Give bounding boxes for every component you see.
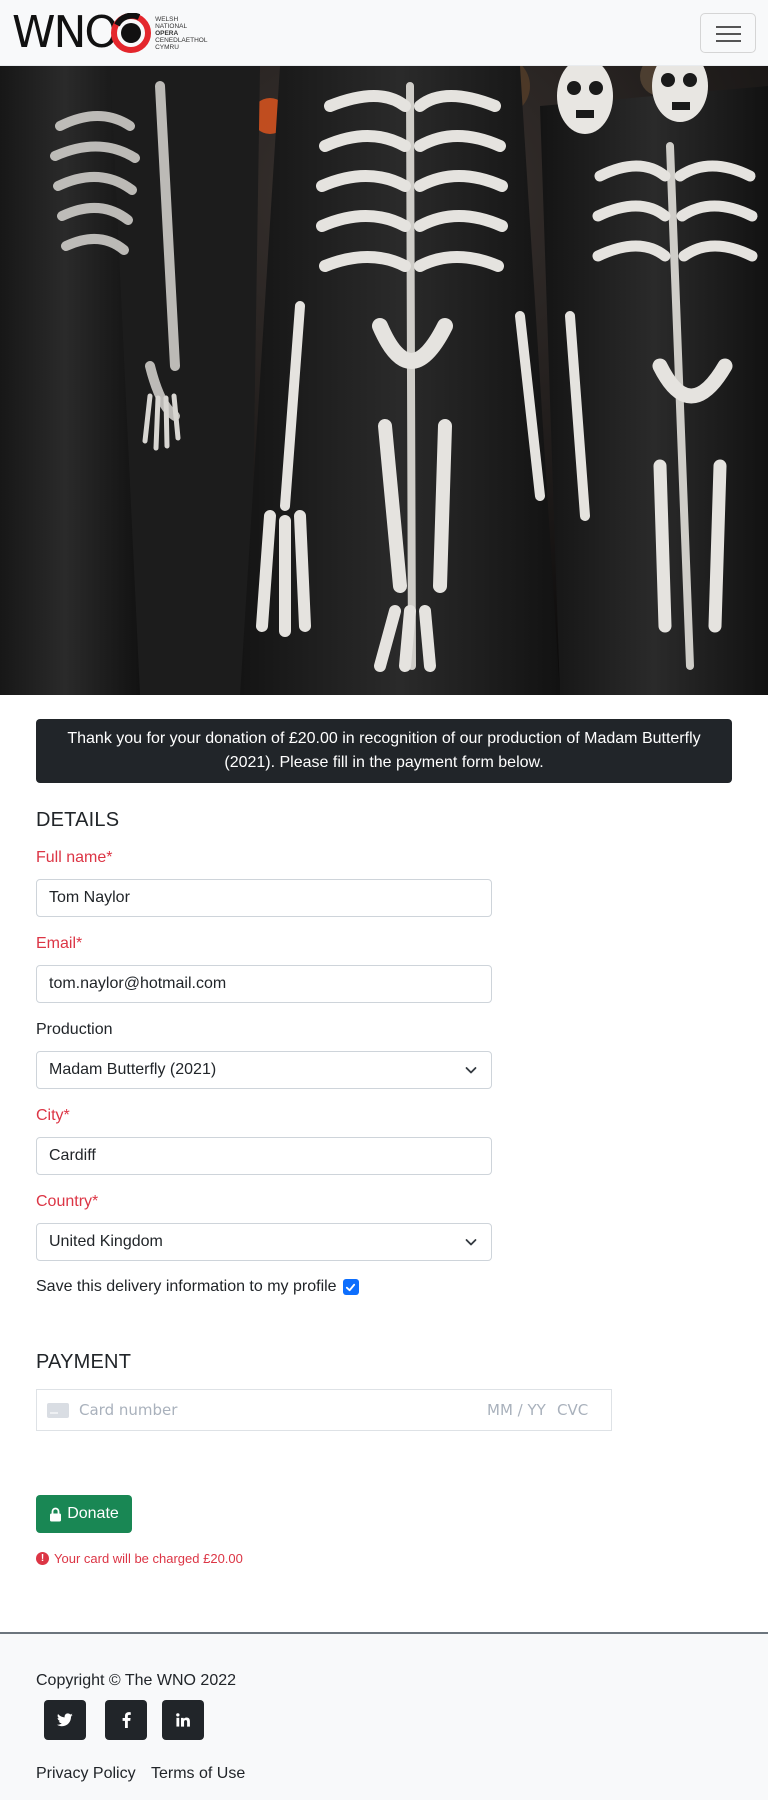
charge-notice: ! Your card will be charged £20.00: [36, 1551, 243, 1566]
country-select[interactable]: United Kingdom: [36, 1223, 492, 1261]
linkedin-icon: [176, 1713, 190, 1727]
twitter-icon: [57, 1713, 73, 1727]
payment-heading: PAYMENT: [36, 1351, 132, 1373]
menu-toggle-button[interactable]: [700, 13, 756, 53]
full-name-label: Full name*: [36, 849, 113, 866]
chevron-down-icon: [465, 1067, 477, 1074]
donation-alert: Thank you for your donation of £20.00 in…: [36, 719, 732, 783]
country-select-value: United Kingdom: [49, 1233, 163, 1250]
logo-ring-icon: [111, 13, 152, 53]
error-icon: !: [36, 1552, 49, 1565]
logo-sub-line: Welsh: [155, 15, 179, 23]
production-select-value: Madam Butterfly (2021): [49, 1061, 217, 1078]
email-input[interactable]: [36, 965, 492, 1003]
logo-sub-line: Cymru: [155, 43, 179, 51]
email-label: Email*: [36, 935, 83, 952]
save-profile-row: Save this delivery information to my pro…: [36, 1278, 359, 1296]
country-label: Country*: [36, 1193, 99, 1210]
lock-icon: [50, 1507, 62, 1521]
donate-button[interactable]: Donate: [36, 1495, 132, 1533]
check-icon: [345, 1283, 356, 1291]
logo-subtitle: Welsh National Opera Cenedlaethol Cymru: [155, 16, 207, 51]
save-profile-checkbox[interactable]: [342, 1279, 359, 1295]
wno-logo[interactable]: WNO Welsh National Opera Cenedlaethol Cy…: [12, 7, 207, 58]
city-input[interactable]: [36, 1137, 492, 1175]
full-name-input[interactable]: [36, 879, 492, 917]
save-profile-label: Save this delivery information to my pro…: [36, 1278, 337, 1295]
donate-button-label: Donate: [67, 1505, 119, 1522]
navbar: WNO Welsh National Opera Cenedlaethol Cy…: [0, 0, 768, 66]
facebook-icon: [122, 1712, 131, 1728]
facebook-button[interactable]: [105, 1700, 147, 1740]
linkedin-button[interactable]: [162, 1700, 204, 1740]
hamburger-icon: [716, 33, 741, 35]
hero-image: [0, 66, 768, 695]
charge-notice-text: Your card will be charged £20.00: [54, 1551, 243, 1566]
production-select[interactable]: Madam Butterfly (2021): [36, 1051, 492, 1089]
credit-card-icon: [47, 1403, 69, 1418]
card-expiry-placeholder[interactable]: MM / YY: [487, 1401, 546, 1419]
hamburger-icon: [716, 40, 741, 42]
card-number-placeholder[interactable]: Card number: [79, 1401, 177, 1419]
privacy-policy-link[interactable]: Privacy Policy: [36, 1765, 136, 1783]
details-heading: DETAILS: [36, 809, 120, 831]
logo-sub-line: Opera: [155, 29, 179, 37]
copyright-text: Copyright © The WNO 2022: [36, 1672, 237, 1689]
card-input[interactable]: Card number MM / YY CVC: [36, 1389, 612, 1431]
footer: Copyright © The WNO 2022 Privacy Policy …: [0, 1632, 768, 1800]
chevron-down-icon: [465, 1239, 477, 1246]
twitter-button[interactable]: [44, 1700, 86, 1740]
logo-text: WNO: [12, 7, 119, 58]
production-label: Production: [36, 1021, 113, 1038]
hamburger-icon: [716, 26, 741, 28]
city-label: City*: [36, 1107, 70, 1124]
logo-sub-line: National: [155, 22, 188, 30]
terms-of-use-link[interactable]: Terms of Use: [151, 1765, 245, 1783]
card-cvc-placeholder[interactable]: CVC: [557, 1401, 588, 1419]
logo-sub-line: Cenedlaethol: [155, 36, 208, 44]
